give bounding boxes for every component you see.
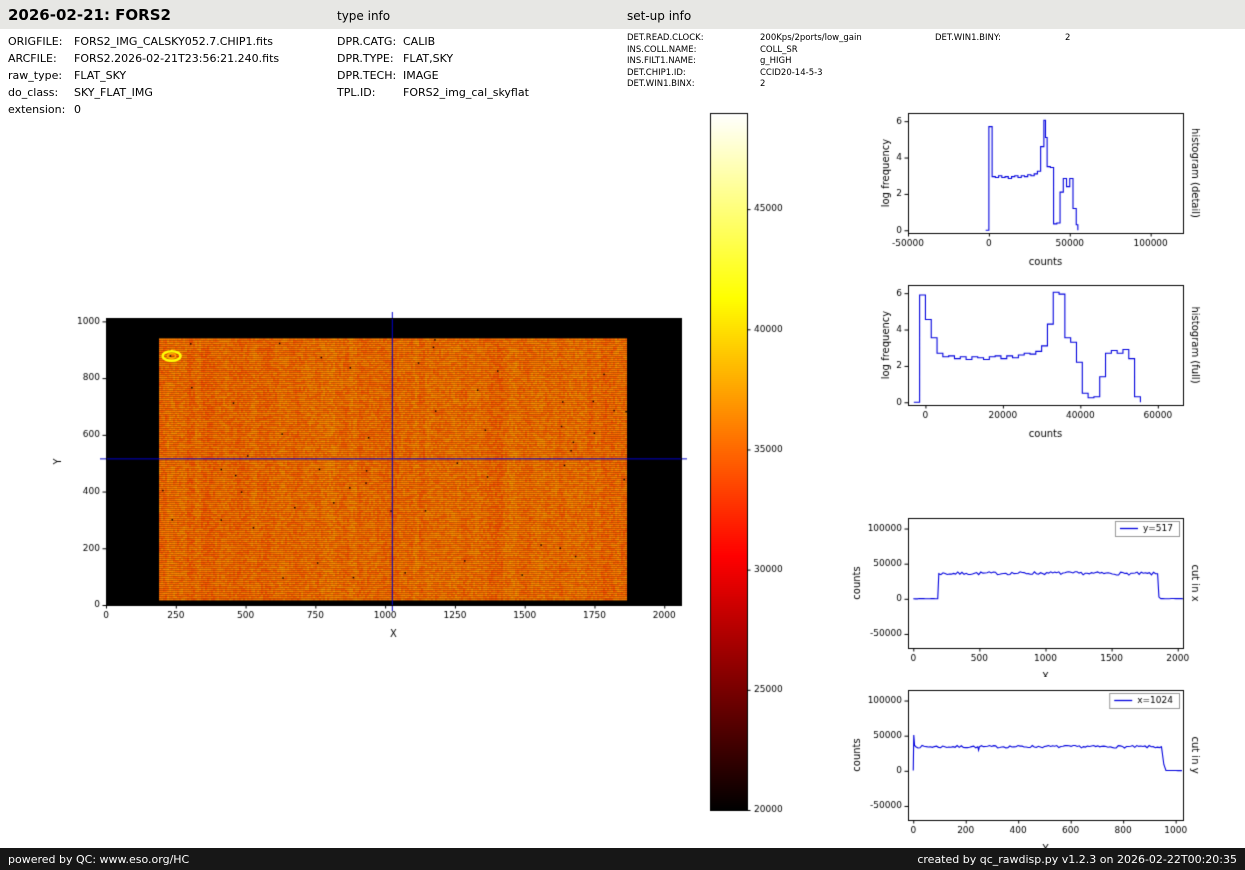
info-row-det-read-clock: DET.READ.CLOCK: 200Kps/2ports/low_gain (627, 33, 862, 45)
info-label: ARCFILE: (8, 52, 57, 65)
info-value: g_HIGH (760, 56, 792, 66)
info-label: DPR.TYPE: (337, 52, 394, 65)
cut-in-y-plot (833, 677, 1245, 848)
info-label: extension: (8, 103, 66, 116)
info-row-det-win1-biny: DET.WIN1.BINY: 2 (935, 33, 1070, 45)
info-row-arcfile: ARCFILE: FORS2.2026-02-21T23:56:21.240.f… (8, 50, 279, 67)
info-row-det-chip1-id: DET.CHIP1.ID: CCID20-14-5-3 (627, 68, 862, 80)
info-row-dpr-tech: DPR.TECH: IMAGE (337, 67, 529, 84)
info-row-dpr-type: DPR.TYPE: FLAT,SKY (337, 50, 529, 67)
info-value: COLL_SR (760, 44, 798, 55)
histogram-full-plot (833, 272, 1245, 447)
setup-info-block: DET.READ.CLOCK: 200Kps/2ports/low_gain I… (627, 33, 862, 91)
setup-info-heading: set-up info (627, 9, 692, 23)
info-value: FORS2_img_cal_skyflat (403, 86, 529, 99)
footer-bar: powered by QC: www.eso.org/HC created by… (0, 848, 1245, 870)
info-value: 2 (1065, 33, 1071, 43)
info-label: ORIGFILE: (8, 35, 63, 48)
info-row-tpl-id: TPL.ID: FORS2_img_cal_skyflat (337, 84, 529, 101)
info-row-ins-filt1-name: INS.FILT1.NAME: g_HIGH (627, 56, 862, 68)
info-label: INS.COLL.NAME: (627, 44, 697, 55)
setup-info-extra-block: DET.WIN1.BINY: 2 (935, 33, 1070, 45)
info-row-extension: extension: 0 (8, 101, 279, 118)
header-bar: 2026-02-21: FORS2 type info set-up info (0, 0, 1245, 29)
info-row-origfile: ORIGFILE: FORS2_IMG_CALSKY052.7.CHIP1.fi… (8, 33, 279, 50)
info-row-do-class: do_class: SKY_FLAT_IMG (8, 84, 279, 101)
colorbar (700, 105, 815, 820)
info-label: raw_type: (8, 69, 63, 82)
info-label: DPR.TECH: (337, 69, 397, 82)
info-value: IMAGE (403, 69, 439, 82)
info-label: DPR.CATG: (337, 35, 397, 48)
info-value: 200Kps/2ports/low_gain (760, 33, 862, 43)
info-value: FLAT,SKY (403, 52, 454, 65)
info-label: INS.FILT1.NAME: (627, 56, 696, 66)
type-info-block: DPR.CATG: CALIB DPR.TYPE: FLAT,SKY DPR.T… (337, 33, 529, 101)
footer-right-text: created by qc_rawdisp.py v1.2.3 on 2026-… (917, 852, 1237, 866)
info-value: FORS2.2026-02-21T23:56:21.240.fits (74, 52, 280, 65)
info-row-raw-type: raw_type: FLAT_SKY (8, 67, 279, 84)
info-label: DET.WIN1.BINY: (935, 33, 1001, 43)
histogram-detail-plot (833, 100, 1245, 275)
info-label: do_class: (8, 86, 59, 99)
type-info-heading: type info (337, 9, 391, 23)
info-value: 0 (74, 103, 81, 116)
info-row-dpr-catg: DPR.CATG: CALIB (337, 33, 529, 50)
info-value: FORS2_IMG_CALSKY052.7.CHIP1.fits (74, 35, 274, 48)
cut-in-x-plot (833, 505, 1245, 677)
page-title: 2026-02-21: FORS2 (8, 6, 171, 24)
info-value: SKY_FLAT_IMG (74, 86, 153, 99)
info-label: TPL.ID: (337, 86, 376, 99)
info-value: FLAT_SKY (74, 69, 127, 82)
file-info-block: ORIGFILE: FORS2_IMG_CALSKY052.7.CHIP1.fi… (8, 33, 279, 118)
info-row-ins-coll-name: INS.COLL.NAME: COLL_SR (627, 45, 862, 57)
info-value: 2 (760, 79, 766, 89)
raw-image-plot (30, 296, 730, 660)
info-value: CCID20-14-5-3 (760, 67, 823, 78)
info-row-det-win1-binx: DET.WIN1.BINX: 2 (627, 79, 862, 91)
info-value: CALIB (403, 35, 436, 48)
info-label: DET.READ.CLOCK: (627, 33, 704, 43)
footer-left-text: powered by QC: www.eso.org/HC (8, 852, 190, 866)
info-label: DET.WIN1.BINX: (627, 79, 695, 89)
info-label: DET.CHIP1.ID: (627, 67, 686, 78)
